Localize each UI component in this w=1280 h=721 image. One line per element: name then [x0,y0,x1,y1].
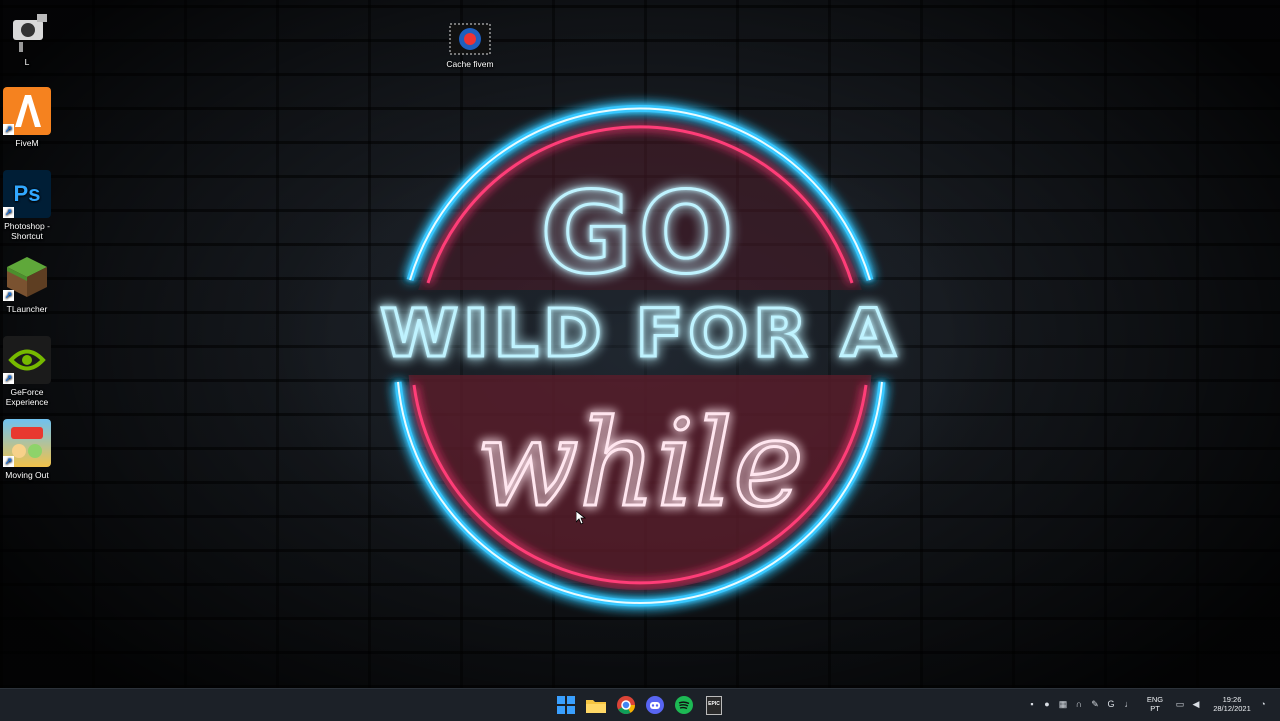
photoshop-icon: Ps ↗ [3,170,51,218]
region-code: PT [1150,704,1160,713]
discord-icon[interactable] [643,693,667,717]
desktop-icon-label: GeForce Experience [5,387,49,407]
minecraft-block-icon: ↗ [3,253,51,301]
nvidia-icon: ↗ [3,336,51,384]
shortcut-arrow-icon: ↗ [3,124,14,135]
volume-icon[interactable]: ◀ [1191,699,1201,709]
mouse-cursor-icon [576,511,586,525]
desktop-icon-label: Photoshop - Shortcut [4,221,50,241]
folder-icon[interactable] [584,693,608,717]
windows-start-icon[interactable] [554,693,578,717]
neon-text-go: GO [540,169,739,299]
steam-tray-icon[interactable]: ● [1042,699,1052,709]
microphone-tray-icon[interactable]: ♩ [1124,699,1134,709]
language-indicator[interactable]: ENG PT [1143,695,1167,713]
neon-sign: GO WILD FOR A while [379,105,900,607]
clock[interactable]: 19:26 28/12/2021 [1206,695,1258,713]
neon-text-wild-for-a: WILD FOR A [380,295,900,372]
desktop-icon-geforce[interactable]: ↗ GeForce Experience [0,336,62,407]
taskbar: EPIC ▪ ● ▦ ∩ ✎ G ♩ ENG PT ▭ ◀ 19:26 28/1… [0,688,1280,721]
fivem-icon: ↗ [3,87,51,135]
desktop-icon-photoshop[interactable]: Ps ↗ Photoshop - Shortcut [0,170,62,241]
desktop-wallpaper: GO WILD FOR A while [0,0,1280,688]
headset-tray-icon[interactable]: ∩ [1074,699,1084,709]
g-hub-tray-icon[interactable]: G [1106,699,1116,709]
desktop-icon-label: TLauncher [6,304,48,314]
desktop-icon-label: L [24,57,30,67]
nvidia-tray-icon[interactable]: ▪ [1027,699,1037,709]
epic-games-icon[interactable]: EPIC [702,693,726,717]
notifications-icon[interactable]: ◔ [1258,699,1268,709]
spotify-icon[interactable] [672,693,696,717]
desktop-icon-label: Moving Out [5,470,49,480]
neon-text-while: while [476,395,804,534]
fivem-cache-icon [448,22,492,56]
pen-tray-icon[interactable]: ✎ [1090,699,1100,709]
desktop-icon-moving-out[interactable]: ↗ Moving Out [0,419,62,480]
desktop-icon-tlauncher[interactable]: ↗ TLauncher [0,253,62,314]
network-icon[interactable]: ▭ [1175,699,1185,709]
moving-out-game-icon: ↗ [3,419,51,467]
desktop-icon-label: FiveM [15,138,39,148]
shortcut-arrow-icon: ↗ [3,207,14,218]
desktop-icon-label: Cache fivem [446,59,494,69]
desktop-icon-fivem[interactable]: ↗ FiveM [0,87,62,148]
shortcut-arrow-icon: ↗ [3,290,14,301]
chrome-icon[interactable] [614,693,638,717]
desktop-icon-cache-fivem[interactable]: Cache fivem [435,22,505,69]
clock-time: 19:26 [1222,695,1242,704]
shortcut-arrow-icon: ↗ [3,373,14,384]
camera-icon [3,6,51,54]
keyboard-tray-icon[interactable]: ▦ [1058,699,1068,709]
shortcut-arrow-icon: ↗ [3,456,14,467]
desktop-icon-l[interactable]: L [0,6,62,67]
clock-date: 28/12/2021 [1213,704,1251,713]
language-code: ENG [1146,695,1164,704]
